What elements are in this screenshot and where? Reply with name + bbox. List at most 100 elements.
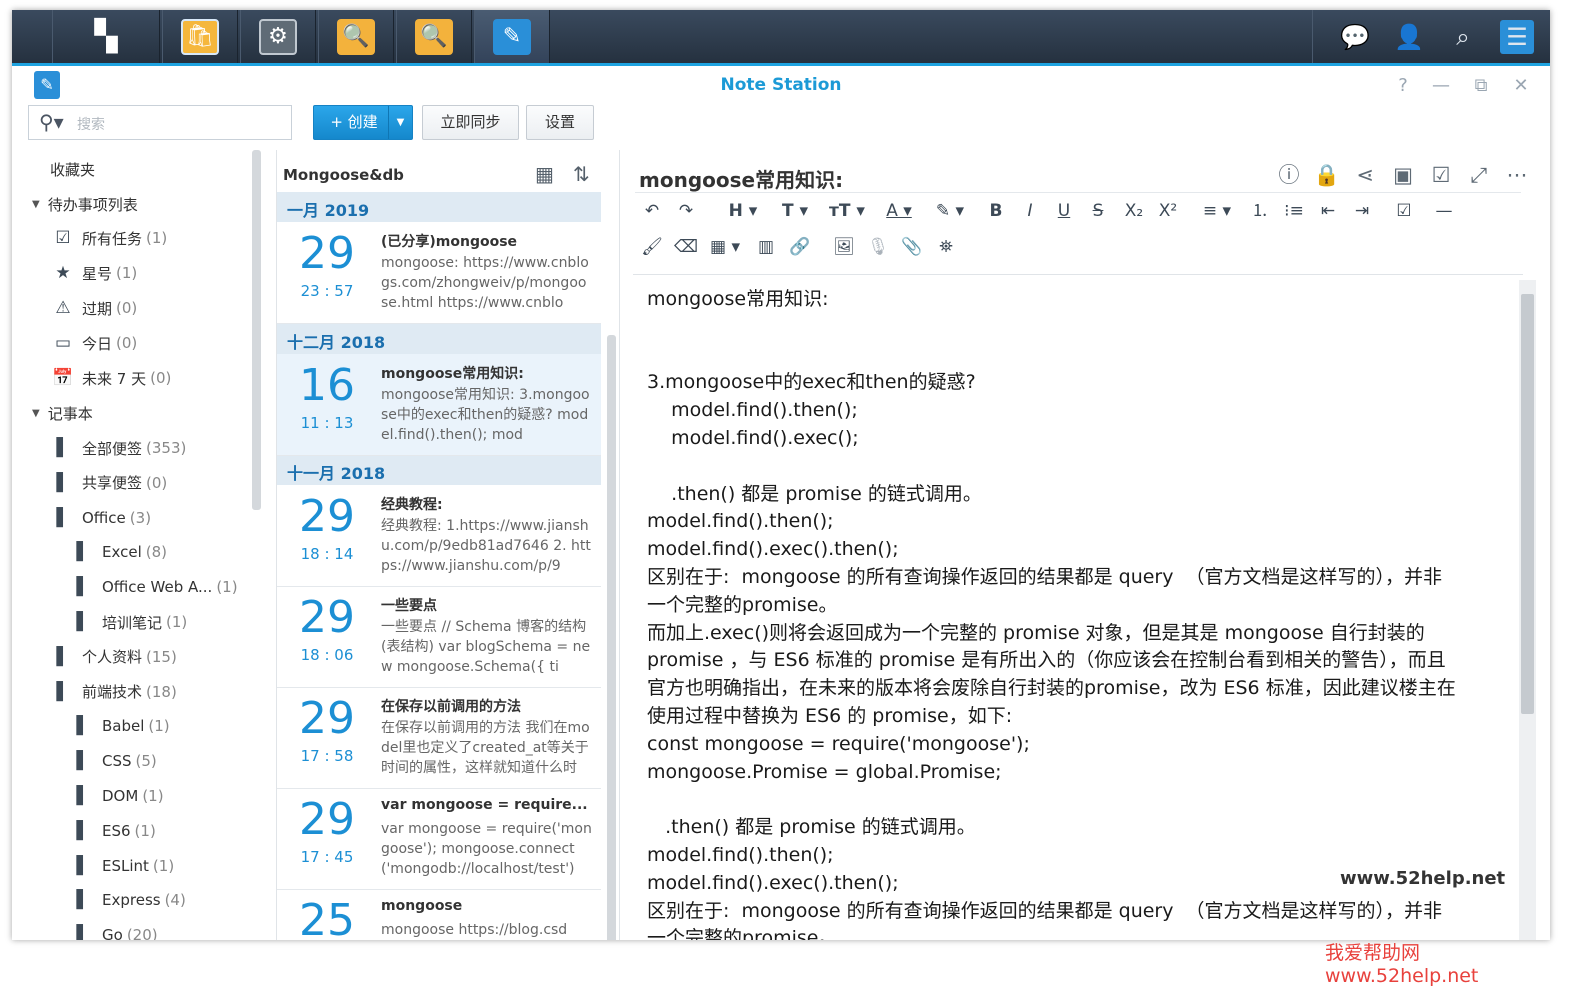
minimize-icon[interactable]: — [1428, 74, 1454, 98]
font-color-icon[interactable]: A ▾ [879, 197, 919, 225]
expand-icon[interactable]: ⤢ [1464, 160, 1494, 190]
create-button[interactable]: + 创建 ▼ [313, 105, 413, 140]
redo-icon[interactable]: ↷ [673, 197, 699, 225]
highlight-icon[interactable]: ✎ ▾ [929, 197, 971, 225]
sidebar-notebook-item[interactable]: ▌ Go (20) [72, 920, 157, 940]
sidebar-notebook-item[interactable]: ▌ 前端技术 (18) [52, 677, 176, 707]
lock-icon[interactable]: 🔒 [1312, 160, 1342, 190]
format-painter-icon[interactable]: 🖌 [639, 233, 665, 261]
outdent-icon[interactable]: ⇤ [1315, 197, 1341, 225]
binoculars-icon[interactable]: ⛯ [933, 233, 959, 261]
sidebar-favorites[interactable]: 收藏夹 [50, 154, 95, 184]
sidebar-notebook-header[interactable]: ▼ 记事本 [32, 398, 93, 428]
note-list-item[interactable]: 29 18 : 06 一些要点 一些要点 // Schema 博客的结构(表结构) v… [277, 586, 601, 688]
share-icon[interactable]: ⋖ [1350, 160, 1380, 190]
main-menu-button[interactable]: ▚ [52, 10, 160, 63]
image-icon[interactable]: 🖼 [831, 233, 857, 261]
checkbox-icon: ☑ [55, 228, 71, 248]
indent-icon[interactable]: ⇥ [1349, 197, 1375, 225]
heading-icon[interactable]: H ▾ [723, 197, 763, 225]
superscript-icon[interactable]: X² [1153, 197, 1183, 225]
horizontal-rule-icon[interactable]: — [1431, 197, 1457, 225]
sidebar-notebook-item[interactable]: ▌ Office Web A... (1) [72, 572, 237, 602]
note-day: 16 [299, 360, 355, 411]
create-label: + 创建 [330, 113, 378, 131]
taskbar-app-package-center[interactable]: 🛍 [162, 10, 238, 63]
help-icon[interactable]: ? [1390, 74, 1416, 98]
sidebar-item-today[interactable]: ▭ 今日 (0) [52, 328, 137, 358]
settings-button[interactable]: 设置 [526, 105, 594, 140]
strikethrough-icon[interactable]: S [1085, 197, 1111, 225]
taskbar-app-file-station-2[interactable]: 🔍 [396, 10, 472, 63]
presentation-icon[interactable]: ▣ [1388, 160, 1418, 190]
sidebar-notebook-item[interactable]: ▌ 全部便签 (353) [52, 433, 186, 463]
ordered-list-icon[interactable]: ⒈ [1247, 197, 1273, 225]
todo-check-icon[interactable]: ☑ [1426, 160, 1456, 190]
search-icon[interactable]: ⌕ [1446, 20, 1480, 54]
attachment-icon[interactable]: 📎 [899, 233, 925, 261]
taskbar-app-note-station[interactable]: ✎ [474, 10, 550, 63]
note-title[interactable]: mongoose常用知识: [639, 164, 843, 193]
sidebar-item-next-7-days[interactable]: 📅 未来 7 天 (0) [52, 363, 171, 393]
info-icon[interactable]: ⓘ [1274, 160, 1304, 190]
taskbar-app-file-station[interactable]: 🔍 [318, 10, 394, 63]
bullet-list-icon[interactable]: ⁝≡ [1281, 197, 1307, 225]
sidebar-notebook-item[interactable]: ▌ DOM (1) [72, 781, 163, 811]
align-icon[interactable]: ≡ ▾ [1197, 197, 1237, 225]
font-icon[interactable]: T ▾ [775, 197, 815, 225]
note-list-item[interactable]: 25 mongoose mongoose https://blog.csd [277, 889, 601, 940]
user-icon[interactable]: 👤 [1392, 20, 1426, 54]
table-icon[interactable]: ▦ ▾ [703, 233, 747, 261]
close-icon[interactable]: ✕ [1508, 74, 1534, 98]
note-list-scrollbar[interactable] [607, 335, 616, 940]
sidebar-item-overdue[interactable]: ⚠ 过期 (0) [52, 293, 137, 323]
sidebar-scrollbar[interactable] [252, 150, 261, 510]
editor-scrollbar[interactable] [1519, 280, 1536, 940]
sidebar-item-all-tasks[interactable]: ☑ 所有任务 (1) [52, 223, 167, 253]
grid-view-icon[interactable]: ▦ [535, 162, 554, 186]
more-icon[interactable]: ⋯ [1502, 160, 1532, 190]
sidebar-notebook-item[interactable]: ▌ Express (4) [72, 885, 185, 915]
sidebar-notebook-item[interactable]: ▌ 共享便签 (0) [52, 468, 167, 498]
sidebar-notebook-item[interactable]: ▌ 个人资料 (15) [52, 642, 176, 672]
expand-triangle-icon[interactable]: ▼ [32, 408, 40, 419]
sidebar-notebook-item[interactable]: ▌ ES6 (1) [72, 816, 155, 846]
sidebar-todo-header[interactable]: ▼ 待办事项列表 [32, 189, 138, 219]
link-icon[interactable]: 🔗 [787, 233, 813, 261]
sidebar-notebook-item[interactable]: ▌ Excel (8) [72, 537, 167, 567]
checkbox-icon[interactable]: ☑ [1391, 197, 1417, 225]
font-size-icon[interactable]: тT ▾ [825, 197, 869, 225]
note-list-item[interactable]: 16 11 : 13 mongoose常用知识: mongoose常用知识: 3.mo… [277, 354, 601, 456]
note-list-item[interactable]: 29 17 : 45 var mongoose = require... var mo… [277, 788, 601, 890]
content-line [647, 453, 1509, 481]
note-content[interactable]: mongoose常用知识: 3.mongoose中的exec和then的疑惑? m… [633, 274, 1523, 940]
sidebar-item-starred[interactable]: ★ 星号 (1) [52, 258, 137, 288]
bold-icon[interactable]: B [983, 197, 1009, 225]
microphone-icon[interactable]: 🎙 [865, 233, 891, 261]
restore-icon[interactable]: ⧉ [1468, 74, 1494, 98]
eraser-icon[interactable]: ⌫ [673, 233, 699, 261]
sidebar-notebook-item[interactable]: ▌ Office (3) [52, 503, 151, 533]
chart-icon[interactable]: ▥ [753, 233, 779, 261]
subscript-icon[interactable]: X₂ [1119, 197, 1149, 225]
taskbar-app-control-panel[interactable]: ⚙ [240, 10, 316, 63]
sidebar-notebook-item[interactable]: ▌ 培训笔记 (1) [72, 607, 187, 637]
sidebar-notebook-item[interactable]: ▌ CSS (5) [72, 746, 156, 776]
undo-icon[interactable]: ↶ [639, 197, 665, 225]
sort-icon[interactable]: ⇅ [573, 162, 590, 186]
widgets-icon[interactable]: ☰ [1500, 20, 1534, 54]
scrollbar-thumb[interactable] [1521, 294, 1534, 714]
chevron-down-icon[interactable]: ▼ [388, 106, 412, 139]
note-list-item[interactable]: 29 17 : 58 在保存以前调用的方法 在保存以前调用的方法 我们在model里也… [277, 687, 601, 789]
sidebar-notebook-item[interactable]: ▌ Babel (1) [72, 711, 169, 741]
note-list-item[interactable]: 29 23 : 57 (已分享)mongoose mongoose: https://… [277, 222, 601, 324]
italic-icon[interactable]: I [1017, 197, 1043, 225]
underline-icon[interactable]: U [1051, 197, 1077, 225]
sync-button[interactable]: 立即同步 [422, 105, 519, 140]
expand-triangle-icon[interactable]: ▼ [32, 199, 40, 210]
note-list-item[interactable]: 29 18 : 14 经典教程: 经典教程: 1.https://www.jiansh… [277, 485, 601, 587]
sidebar-notebook-item[interactable]: ▌ ESLint (1) [72, 851, 174, 881]
search-input[interactable]: ⚲▾ 搜索 [28, 105, 292, 140]
content-line [647, 786, 1509, 814]
notification-icon[interactable]: 💬 [1338, 20, 1372, 54]
